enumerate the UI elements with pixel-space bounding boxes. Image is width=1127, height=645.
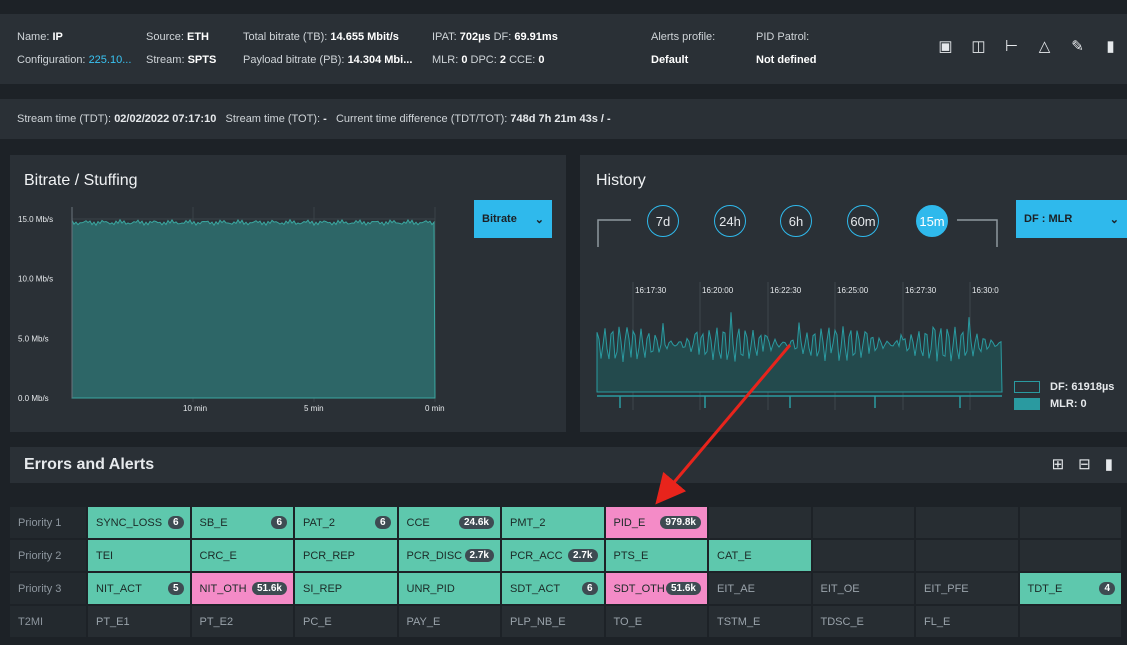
annotation-arrow xyxy=(655,344,792,505)
